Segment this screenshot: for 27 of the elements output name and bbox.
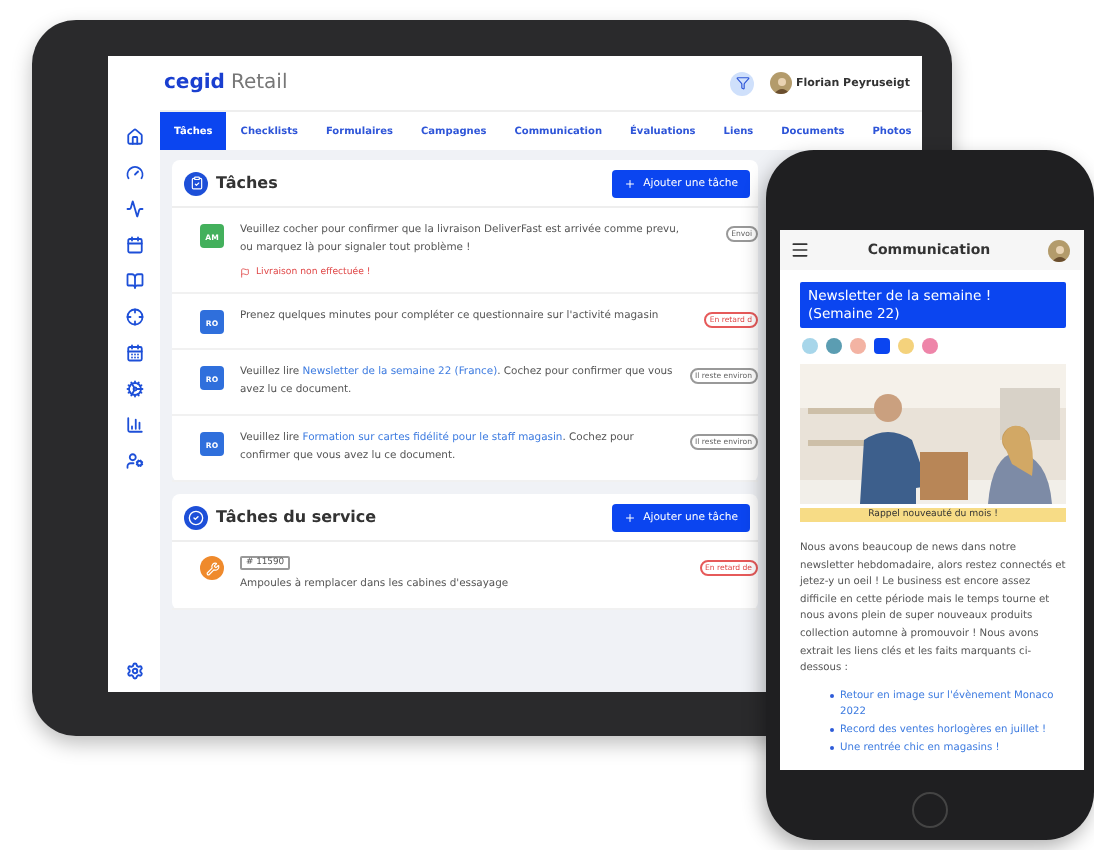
flag-icon xyxy=(240,268,250,278)
pulse-icon[interactable] xyxy=(125,200,143,218)
logo: cegid xyxy=(164,72,225,94)
wrench-icon xyxy=(200,556,224,580)
settings-icon[interactable] xyxy=(125,662,143,680)
plus-icon xyxy=(623,511,636,523)
check-icon xyxy=(184,505,208,529)
menu-icon[interactable] xyxy=(790,240,810,260)
reaction-icon[interactable] xyxy=(826,338,842,354)
target-icon[interactable] xyxy=(125,308,143,326)
calendar-icon[interactable] xyxy=(125,236,143,254)
card-title: Tâches du service xyxy=(216,508,379,526)
avatar-icon[interactable] xyxy=(1048,239,1070,261)
plus-icon xyxy=(623,177,636,189)
avatar-icon[interactable] xyxy=(770,72,792,94)
product-name: Retail xyxy=(230,72,288,94)
calendar-icon[interactable] xyxy=(125,344,143,362)
filter-icon[interactable] xyxy=(730,71,754,95)
bar-chart-icon[interactable] xyxy=(125,416,143,434)
cog-icon[interactable] xyxy=(125,380,143,398)
gauge-icon[interactable] xyxy=(125,164,143,182)
checklist-icon xyxy=(184,171,208,195)
user-settings-icon[interactable] xyxy=(125,452,143,470)
reaction-icon[interactable] xyxy=(874,338,890,354)
card-title: Tâches xyxy=(216,174,280,192)
book-icon[interactable] xyxy=(125,272,143,290)
home-icon[interactable] xyxy=(125,128,143,146)
